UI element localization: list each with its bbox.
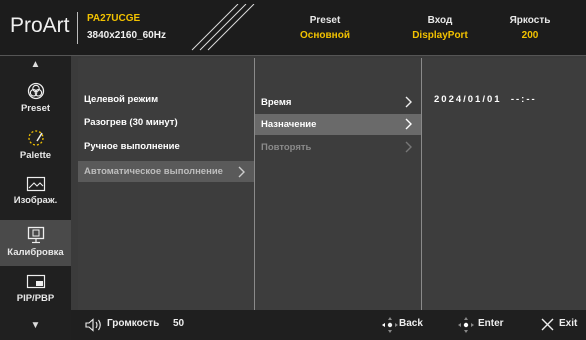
menu-column-level2: Время Назначение Повторять [255, 58, 422, 310]
model-name: PA27UCGE [87, 13, 141, 24]
time-value: 2024/01/01 --:-- [434, 94, 537, 105]
menu-item-manual-run[interactable]: Ручное выполнение [78, 136, 254, 157]
brand-logo: ProArt [10, 14, 70, 37]
sidebar-item-image[interactable]: Изображ. [0, 176, 71, 216]
chevron-right-icon [238, 166, 245, 178]
brightness-value: 200 [521, 30, 539, 41]
sidebar-label-palette: Palette [19, 150, 52, 161]
sidebar-item-pip[interactable]: PIP/PBP [0, 274, 71, 314]
enter-label[interactable]: Enter [478, 318, 504, 329]
sidebar: ▲ Preset Palette Изображ. Калибровка PIP… [0, 56, 71, 340]
preset-value: Основной [300, 30, 350, 41]
input-value: DisplayPort [412, 30, 468, 41]
osd-footer: Громкость 50 Back Enter Exit [71, 310, 586, 340]
menu-item-assignment-label: Назначение [261, 119, 317, 130]
menu-item-repeat: Повторять [255, 137, 421, 158]
pip-icon [26, 274, 45, 289]
detail-column: 2024/01/01 --:-- [422, 58, 586, 310]
menu-item-repeat-label: Повторять [261, 142, 312, 153]
header-brightness: Яркость 200 [500, 15, 560, 41]
menu-item-auto-run[interactable]: Автоматическое выполнение [78, 161, 254, 182]
exit-label[interactable]: Exit [559, 318, 577, 329]
menu-item-time[interactable]: Время [255, 92, 421, 113]
sidebar-item-preset[interactable]: Preset [0, 82, 71, 122]
sidebar-item-calibration[interactable]: Калибровка [0, 220, 71, 266]
menu-item-assignment[interactable]: Назначение [255, 114, 421, 135]
header-preset: Preset Основной [280, 15, 370, 41]
menu-item-auto-run-label: Автоматическое выполнение [84, 166, 223, 177]
back-label[interactable]: Back [399, 318, 423, 329]
sidebar-item-palette[interactable]: Palette [0, 129, 71, 169]
palette-icon [27, 130, 44, 146]
brightness-label: Яркость [509, 15, 551, 26]
osd-header: ProArt PA27UCGE 3840x2160_60Hz Preset Ос… [0, 0, 586, 56]
volume-value: 50 [173, 318, 185, 329]
menu-column-level1: Целевой режим Разогрев (30 минут) Ручное… [78, 58, 255, 310]
joystick-back-icon [382, 317, 398, 333]
volume-label: Громкость [107, 318, 160, 329]
menu-item-time-label: Время [261, 97, 292, 108]
close-icon [541, 318, 554, 331]
calibration-icon [27, 226, 44, 244]
sidebar-label-calibration: Калибровка [7, 247, 64, 258]
joystick-enter-icon [458, 317, 474, 333]
osd-window: ProArt PA27UCGE 3840x2160_60Hz Preset Ос… [0, 0, 586, 340]
speaker-icon [85, 318, 101, 332]
decorative-slash-icon [191, 4, 255, 51]
sidebar-label-preset: Preset [20, 103, 51, 114]
menu-item-target-mode[interactable]: Целевой режим [78, 89, 254, 110]
preset-label: Preset [309, 15, 341, 26]
scroll-down-icon[interactable]: ▼ [0, 320, 71, 331]
sidebar-label-image: Изображ. [13, 195, 58, 206]
scroll-up-icon[interactable]: ▲ [0, 59, 71, 70]
sidebar-label-pip: PIP/PBP [16, 293, 55, 304]
menu-item-warmup[interactable]: Разогрев (30 минут) [78, 112, 254, 133]
image-icon [26, 176, 45, 192]
input-label: Вход [427, 15, 453, 26]
header-divider [77, 12, 78, 44]
chevron-right-icon [405, 96, 412, 108]
preset-icon [27, 82, 44, 100]
chevron-right-icon [405, 141, 412, 153]
chevron-right-icon [405, 118, 412, 130]
header-input: Вход DisplayPort [405, 15, 475, 41]
resolution-text: 3840x2160_60Hz [87, 30, 166, 41]
